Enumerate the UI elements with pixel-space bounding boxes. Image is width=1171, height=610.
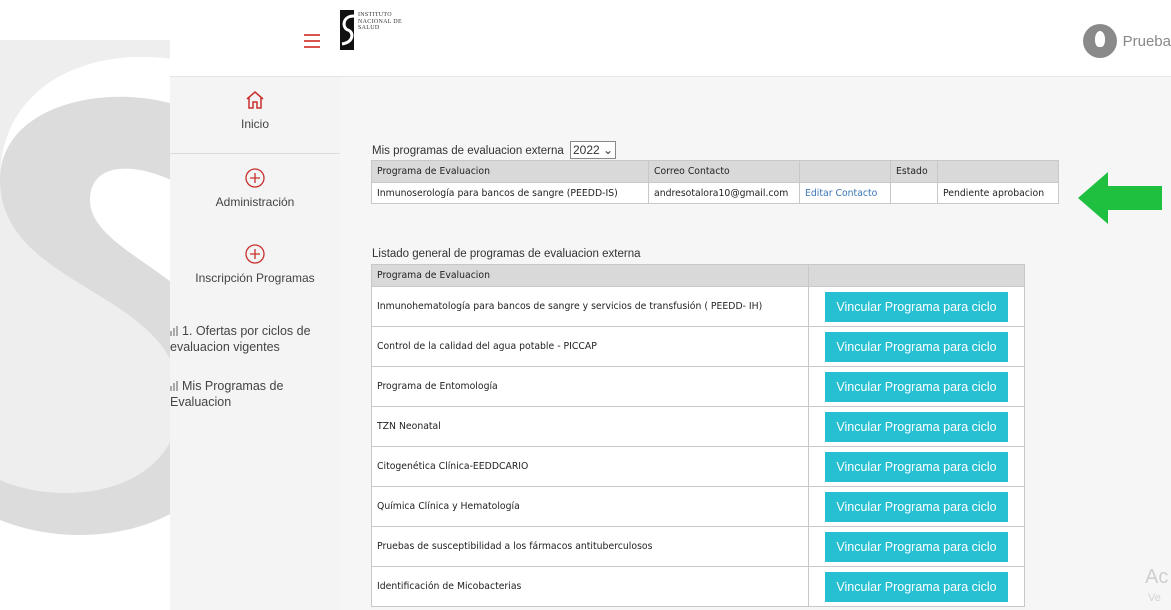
- link-program-button[interactable]: Vincular Programa para ciclo: [825, 531, 1008, 562]
- table-header: Estado: [890, 160, 938, 183]
- table-header: [937, 160, 1059, 183]
- program-name: Identificación de Micobacterias: [371, 566, 809, 607]
- table-row: Inmunohematología para bancos de sangre …: [371, 286, 1025, 327]
- table-header: Programa de Evaluacion: [371, 264, 809, 287]
- year-select-value: 2022: [572, 143, 600, 157]
- logo-text: INSTITUTO NACIONAL DE SALUD: [358, 12, 402, 31]
- avatar[interactable]: [1082, 24, 1117, 58]
- general-programs-table: Programa de Evaluacion Inmunohematología…: [371, 264, 1025, 607]
- program-name: Citogenética Clínica-EEDDCARIO: [371, 446, 809, 487]
- sidebar: Inicio Administración Inscripción Progra…: [170, 77, 340, 610]
- plus-circle-icon: [245, 168, 265, 188]
- year-select[interactable]: 2022 ⌄: [569, 141, 617, 159]
- program-name: TZN Neonatal: [371, 406, 809, 447]
- table-row: Inmunoserología para bancos de sangre (P…: [371, 182, 1059, 204]
- link-program-button[interactable]: Vincular Programa para ciclo: [825, 491, 1008, 522]
- table-header-empty: [808, 264, 1025, 287]
- button-cell: Vincular Programa para ciclo: [808, 286, 1025, 327]
- program-name: Programa de Entomología: [371, 366, 809, 407]
- sidebar-divider: [170, 153, 340, 154]
- sidebar-subitem-ofertas[interactable]: 1. Ofertas por ciclos de evaluacion vige…: [170, 323, 340, 355]
- sidebar-item-inscripcion[interactable]: Inscripción Programas: [170, 243, 340, 285]
- program-name: Pruebas de susceptibilidad a los fármaco…: [371, 526, 809, 567]
- table-row: Control de la calidad del agua potable -…: [371, 326, 1025, 367]
- link-program-button[interactable]: Vincular Programa para ciclo: [825, 371, 1008, 402]
- sidebar-item-inicio[interactable]: Inicio: [170, 89, 340, 131]
- sidebar-subitem-label: Mis Programas de: [182, 379, 284, 393]
- home-icon: [246, 91, 264, 109]
- sidebar-subitem-label: 1. Ofertas por ciclos de: [182, 324, 311, 338]
- activation-watermark-sub: Ve: [1148, 592, 1161, 604]
- table-row: Pruebas de susceptibilidad a los fármaco…: [371, 526, 1025, 567]
- program-name: Química Clínica y Hematología: [371, 486, 809, 527]
- ins-logo-mark: [340, 10, 355, 50]
- hamburger-menu-icon[interactable]: [304, 34, 320, 48]
- link-program-button[interactable]: Vincular Programa para ciclo: [825, 451, 1008, 482]
- edit-contact-link[interactable]: Editar Contacto: [799, 182, 891, 204]
- sidebar-subitem-label-2: evaluacion vigentes: [170, 340, 280, 354]
- button-cell: Vincular Programa para ciclo: [808, 326, 1025, 367]
- button-cell: Vincular Programa para ciclo: [808, 366, 1025, 407]
- bar-chart-icon: [170, 381, 178, 391]
- link-program-button[interactable]: Vincular Programa para ciclo: [825, 291, 1008, 322]
- estado-cell: [890, 182, 938, 204]
- table-header: Correo Contacto: [648, 160, 800, 183]
- status-cell: Pendiente aprobacion: [937, 182, 1059, 204]
- bar-chart-icon: [170, 326, 178, 336]
- user-menu[interactable]: Prueba: [1082, 24, 1171, 58]
- table-row: Citogenética Clínica-EEDDCARIO Vincular P…: [371, 446, 1025, 487]
- sidebar-subitem-label-2: Evaluacion: [170, 395, 232, 409]
- table-header: Programa de Evaluacion: [371, 160, 649, 183]
- link-program-button[interactable]: Vincular Programa para ciclo: [825, 331, 1008, 362]
- link-program-button[interactable]: Vincular Programa para ciclo: [825, 411, 1008, 442]
- link-program-button[interactable]: Vincular Programa para ciclo: [825, 571, 1008, 602]
- my-programs-section-title: Mis programas de evaluacion externa 2022…: [372, 141, 617, 159]
- sidebar-item-label: Administración: [215, 195, 295, 209]
- general-list-title: Listado general de programas de evaluaci…: [372, 248, 641, 260]
- plus-circle-icon: [245, 244, 265, 264]
- table-header-row: Programa de Evaluacion: [371, 264, 1025, 287]
- sidebar-item-label: Inicio: [240, 117, 269, 131]
- table-header: [799, 160, 891, 183]
- sidebar-item-label: Inscripción Programas: [195, 271, 315, 285]
- main-content: Mis programas de evaluacion externa 2022…: [340, 77, 1171, 610]
- table-row: Programa de Entomología Vincular Programa…: [371, 366, 1025, 407]
- table-row: Identificación de Micobacterias Vincular …: [371, 566, 1025, 607]
- sidebar-item-administracion[interactable]: Administración: [170, 167, 340, 209]
- user-name[interactable]: Prueba: [1123, 33, 1171, 50]
- my-programs-table: Programa de Evaluacion Correo Contacto E…: [371, 160, 1059, 204]
- annotation-arrow-icon: [1078, 172, 1162, 224]
- chevron-down-icon: ⌄: [603, 143, 614, 157]
- program-cell: Inmunoserología para bancos de sangre (P…: [371, 182, 649, 204]
- table-row: Química Clínica y Hematología Vincular Pr…: [371, 486, 1025, 527]
- button-cell: Vincular Programa para ciclo: [808, 566, 1025, 607]
- table-header-row: Programa de Evaluacion Correo Contacto E…: [371, 160, 1059, 183]
- email-cell: andresotalora10@gmail.com: [648, 182, 800, 204]
- button-cell: Vincular Programa para ciclo: [808, 446, 1025, 487]
- program-name: Inmunohematología para bancos de sangre …: [371, 286, 809, 327]
- program-name: Control de la calidad del agua potable -…: [371, 326, 809, 367]
- button-cell: Vincular Programa para ciclo: [808, 406, 1025, 447]
- button-cell: Vincular Programa para ciclo: [808, 526, 1025, 567]
- activation-watermark: Ac: [1145, 566, 1169, 588]
- sidebar-subitem-mis-programas[interactable]: Mis Programas de Evaluacion: [170, 378, 340, 410]
- ins-logo: INSTITUTO NACIONAL DE SALUD: [340, 10, 430, 50]
- top-header: INSTITUTO NACIONAL DE SALUD Prueba: [170, 10, 1171, 77]
- table-row: TZN Neonatal Vincular Programa para ciclo: [371, 406, 1025, 447]
- my-programs-title: Mis programas de evaluacion externa: [372, 145, 564, 157]
- button-cell: Vincular Programa para ciclo: [808, 486, 1025, 527]
